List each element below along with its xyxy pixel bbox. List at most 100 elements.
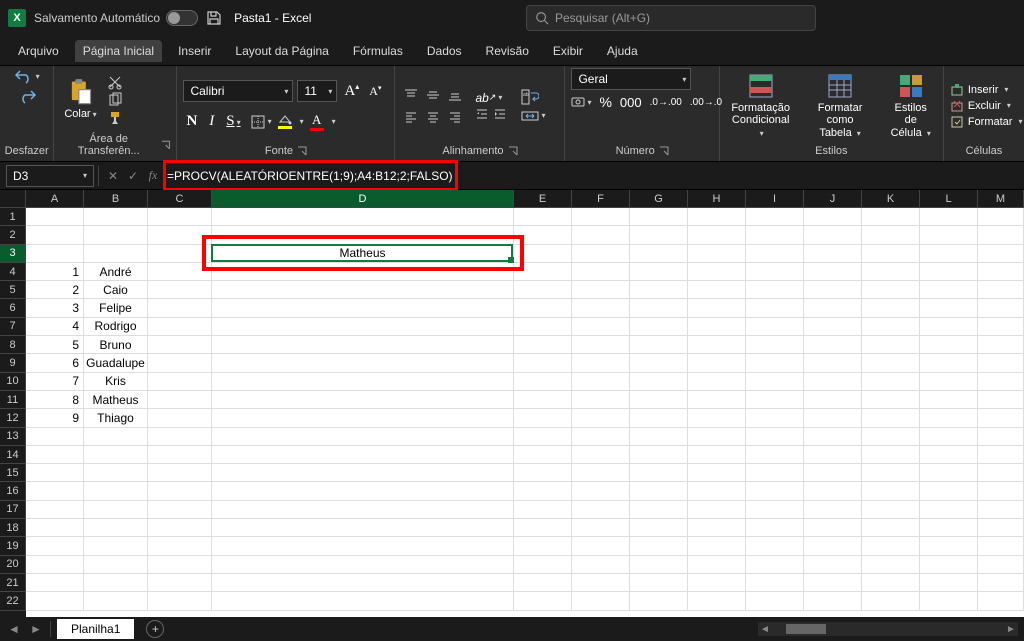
cut-icon[interactable] [107, 74, 123, 90]
cell[interactable] [630, 446, 688, 464]
cell[interactable] [630, 501, 688, 519]
cell[interactable] [862, 354, 920, 372]
cell[interactable]: Felipe [84, 299, 148, 317]
cell[interactable]: 4 [26, 318, 84, 336]
cell[interactable] [514, 245, 572, 263]
decrease-decimal-icon[interactable]: .00→.0 [690, 97, 722, 108]
cell[interactable]: Guadalupe [84, 354, 148, 372]
font-color-button[interactable]: A [310, 112, 324, 131]
cell[interactable] [688, 299, 746, 317]
cell[interactable] [148, 574, 212, 592]
tab-arquivo[interactable]: Arquivo [10, 40, 67, 62]
cell[interactable] [978, 226, 1024, 244]
cell[interactable] [978, 537, 1024, 555]
cell[interactable] [862, 226, 920, 244]
dialog-launcher-icon[interactable] [297, 146, 307, 156]
cell[interactable] [572, 482, 630, 500]
cell[interactable]: 8 [26, 391, 84, 409]
cell[interactable] [630, 336, 688, 354]
spreadsheet-grid[interactable]: ABCDEFGHIJKLM 12345678910111213141516171… [0, 190, 1024, 620]
cell[interactable] [26, 501, 84, 519]
cell[interactable] [572, 226, 630, 244]
cell[interactable] [746, 537, 804, 555]
cell[interactable] [978, 299, 1024, 317]
cell[interactable] [804, 263, 862, 281]
dialog-launcher-icon[interactable] [659, 146, 669, 156]
cell[interactable] [862, 446, 920, 464]
cell[interactable] [514, 281, 572, 299]
cell[interactable] [920, 519, 978, 537]
cell[interactable] [804, 409, 862, 427]
cell[interactable] [920, 464, 978, 482]
cell[interactable] [148, 299, 212, 317]
formula-input[interactable] [163, 169, 1018, 183]
cell[interactable] [514, 318, 572, 336]
cell[interactable] [978, 464, 1024, 482]
bold-button[interactable]: N [183, 113, 200, 130]
cell[interactable] [514, 263, 572, 281]
cell[interactable] [26, 428, 84, 446]
save-icon[interactable] [206, 10, 222, 26]
borders-button[interactable]: ▾ [250, 114, 272, 130]
copy-icon[interactable] [107, 92, 123, 108]
cell[interactable] [572, 354, 630, 372]
cell[interactable] [572, 336, 630, 354]
cell[interactable] [572, 318, 630, 336]
cell[interactable] [920, 574, 978, 592]
increase-decimal-icon[interactable]: .0→.00 [650, 97, 682, 108]
cell[interactable] [26, 519, 84, 537]
cell[interactable] [148, 446, 212, 464]
cell[interactable] [630, 556, 688, 574]
cell[interactable]: André [84, 263, 148, 281]
comma-button[interactable]: 000 [620, 95, 642, 110]
cell[interactable] [862, 464, 920, 482]
cell[interactable] [688, 354, 746, 372]
cell[interactable] [804, 226, 862, 244]
cell[interactable] [572, 281, 630, 299]
cell[interactable] [862, 281, 920, 299]
cell[interactable] [746, 482, 804, 500]
cell[interactable] [688, 391, 746, 409]
cell[interactable] [84, 556, 148, 574]
increase-font-icon[interactable]: A▴ [341, 82, 362, 100]
search-input[interactable]: Pesquisar (Alt+G) [526, 5, 816, 31]
conditional-formatting-button[interactable]: Formatação Condicional ▾ [726, 70, 796, 140]
col-header-B[interactable]: B [84, 190, 148, 208]
cell[interactable] [148, 464, 212, 482]
cell[interactable] [804, 373, 862, 391]
add-sheet-button[interactable]: + [146, 620, 164, 638]
cell[interactable] [572, 501, 630, 519]
next-sheet-icon[interactable]: ► [28, 621, 44, 637]
cell[interactable] [630, 482, 688, 500]
cell[interactable] [862, 299, 920, 317]
cell[interactable] [688, 208, 746, 226]
cell[interactable] [978, 354, 1024, 372]
cell[interactable] [862, 501, 920, 519]
col-header-D[interactable]: D [212, 190, 514, 208]
cell[interactable] [804, 592, 862, 610]
cell[interactable]: Bruno [84, 336, 148, 354]
decrease-font-icon[interactable]: A▾ [366, 84, 384, 99]
cell[interactable] [688, 409, 746, 427]
cell[interactable]: Kris [84, 373, 148, 391]
cell[interactable] [688, 574, 746, 592]
cell[interactable] [920, 391, 978, 409]
cell[interactable] [746, 592, 804, 610]
cell[interactable] [26, 556, 84, 574]
cell[interactable] [514, 574, 572, 592]
cell[interactable] [746, 446, 804, 464]
cell[interactable] [514, 336, 572, 354]
cell[interactable] [746, 263, 804, 281]
cell[interactable] [212, 281, 514, 299]
cell[interactable] [630, 409, 688, 427]
align-right-icon[interactable] [445, 107, 465, 127]
cell[interactable] [804, 208, 862, 226]
cell[interactable] [212, 537, 514, 555]
cell[interactable] [84, 245, 148, 263]
currency-button[interactable]: ▾ [571, 95, 591, 109]
cell[interactable] [148, 519, 212, 537]
tab-ajuda[interactable]: Ajuda [599, 40, 646, 62]
cell[interactable] [978, 318, 1024, 336]
cell[interactable] [804, 482, 862, 500]
cell[interactable] [862, 245, 920, 263]
